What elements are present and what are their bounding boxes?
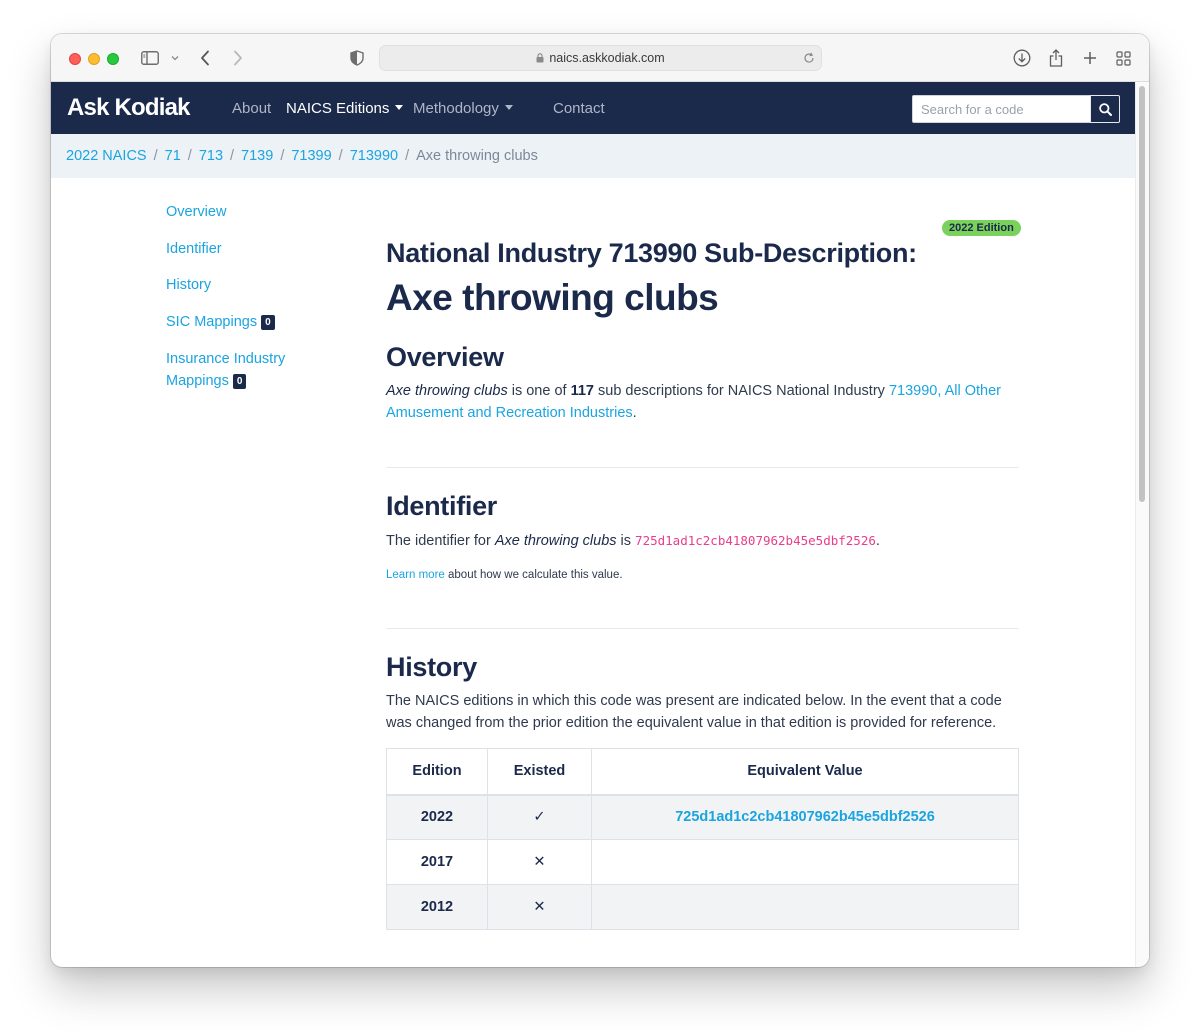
breadcrumb-link-713990[interactable]: 713990 — [350, 148, 398, 164]
breadcrumb-separator: / — [187, 148, 192, 164]
equivalent-value-cell — [591, 884, 1019, 930]
learn-more-link[interactable]: Learn more — [386, 569, 445, 581]
minimize-window-button[interactable] — [88, 53, 100, 65]
page-title: Axe throwing clubs — [386, 277, 719, 318]
overview-heading: Overview — [386, 342, 504, 372]
breadcrumb-separator: / — [338, 148, 343, 164]
browser-window: naics.askkodiak.com Ask Kodiak About NAI… — [51, 34, 1149, 967]
count-badge: 0 — [261, 315, 275, 330]
cross-icon: ✕ — [487, 884, 592, 930]
column-header-equivalent-value: Equivalent Value — [591, 748, 1019, 796]
table-row: 2022 ✓ 725d1ad1c2cb41807962b45e5dbf2526 — [386, 794, 1019, 840]
sub-description-count: 117 — [570, 383, 594, 399]
browser-toolbar: naics.askkodiak.com — [51, 34, 1149, 82]
learn-more-rest: about how we calculate this value. — [444, 569, 623, 581]
identifier-hash: 725d1ad1c2cb41807962b45e5dbf2526 — [635, 533, 876, 548]
nav-methodology-label: Methodology — [413, 100, 499, 117]
nav-contact[interactable]: Contact — [553, 100, 605, 117]
edition-cell: 2022 — [386, 794, 488, 840]
new-tab-icon[interactable] — [1080, 47, 1100, 69]
identifier-text-part: is — [616, 533, 636, 549]
table-header-row: Edition Existed Equivalent Value — [386, 748, 1019, 796]
equivalent-value-cell — [591, 839, 1019, 885]
back-icon[interactable] — [197, 47, 213, 69]
breadcrumb-separator: / — [280, 148, 285, 164]
forward-icon[interactable] — [230, 47, 246, 69]
search-button[interactable] — [1090, 95, 1120, 123]
reload-icon[interactable] — [803, 51, 815, 69]
history-heading: History — [386, 652, 477, 682]
page-subtitle: National Industry 713990 Sub-Description… — [386, 238, 917, 268]
identifier-text-part: The identifier for — [386, 533, 495, 549]
caret-down-icon — [504, 105, 513, 110]
breadcrumb-link-71399[interactable]: 71399 — [291, 148, 331, 164]
sidebar-item-label: Insurance Industry — [166, 351, 286, 367]
equivalent-value-link[interactable]: 725d1ad1c2cb41807962b45e5dbf2526 — [591, 794, 1019, 840]
identifier-text: The identifier for Axe throwing clubs is… — [386, 530, 1026, 552]
overview-text-part: . — [632, 405, 637, 421]
site-logo[interactable]: Ask Kodiak — [67, 94, 191, 122]
overview-term: Axe throwing clubs — [386, 383, 508, 399]
search-input[interactable] — [912, 95, 1091, 123]
address-bar[interactable]: naics.askkodiak.com — [379, 45, 822, 71]
privacy-shield-icon[interactable] — [348, 47, 366, 69]
count-badge: 0 — [232, 374, 247, 389]
nav-naics-editions[interactable]: NAICS Editions — [286, 100, 404, 117]
lock-icon — [536, 52, 544, 66]
breadcrumb-separator: / — [230, 148, 235, 164]
sidebar-item-label: Mappings — [166, 373, 229, 389]
scrollbar-thumb[interactable] — [1139, 86, 1145, 502]
share-icon[interactable] — [1046, 47, 1066, 69]
site-navbar: Ask Kodiak About NAICS Editions Methodol… — [51, 82, 1135, 134]
breadcrumb-link-2022-naics[interactable]: 2022 NAICS — [66, 148, 147, 164]
section-divider — [386, 628, 1019, 629]
nav-methodology[interactable]: Methodology — [413, 100, 513, 117]
sidebar-item-overview[interactable]: Overview — [166, 201, 226, 223]
breadcrumb-link-71[interactable]: 71 — [165, 148, 181, 164]
section-divider — [386, 467, 1019, 468]
overview-text-part: sub descriptions for NAICS National Indu… — [593, 383, 889, 399]
close-window-button[interactable] — [69, 53, 81, 65]
caret-down-icon — [395, 105, 404, 110]
edition-cell: 2017 — [386, 839, 488, 885]
nav-about[interactable]: About — [232, 100, 271, 117]
cross-icon: ✕ — [487, 839, 592, 885]
edition-badge: 2022 Edition — [942, 220, 1021, 236]
breadcrumb-current: Axe throwing clubs — [416, 148, 538, 164]
column-header-existed: Existed — [487, 748, 592, 796]
zoom-window-button[interactable] — [107, 53, 119, 65]
breadcrumb-link-7139[interactable]: 7139 — [241, 148, 273, 164]
search-icon — [1098, 102, 1112, 116]
url-text: naics.askkodiak.com — [549, 51, 665, 65]
overview-text: Axe throwing clubs is one of 117 sub des… — [386, 380, 1016, 424]
table-row: 2012 ✕ — [386, 884, 1019, 930]
history-table: Edition Existed Equivalent Value 2022 ✓ … — [386, 748, 1019, 930]
chevron-down-icon[interactable] — [169, 47, 181, 69]
column-header-edition: Edition — [386, 748, 488, 796]
nav-naics-editions-label: NAICS Editions — [286, 100, 390, 117]
sidebar-item-sic-mappings[interactable]: SIC Mappings 0 — [166, 311, 275, 333]
breadcrumb: 2022 NAICS / 71 / 713 / 7139 / 71399 / 713990 / Axe … — [51, 134, 1135, 178]
sidebar-toggle-icon[interactable] — [140, 47, 160, 69]
sidebar-item-label: SIC Mappings — [166, 314, 258, 330]
tab-overview-icon[interactable] — [1113, 47, 1133, 69]
downloads-icon[interactable] — [1012, 47, 1032, 69]
overview-text-part: is one of — [507, 383, 571, 399]
checkmark-icon: ✓ — [487, 794, 592, 840]
sidebar-item-identifier[interactable]: Identifier — [166, 238, 222, 260]
breadcrumb-separator: / — [405, 148, 410, 164]
identifier-heading: Identifier — [386, 491, 498, 521]
breadcrumb-link-713[interactable]: 713 — [199, 148, 223, 164]
edition-cell: 2012 — [386, 884, 488, 930]
breadcrumb-separator: / — [153, 148, 158, 164]
identifier-text-part: . — [875, 533, 880, 549]
table-row: 2017 ✕ — [386, 839, 1019, 885]
sidebar-item-insurance-mappings[interactable]: Insurance Industry Mappings 0 — [166, 348, 285, 392]
history-description: The NAICS editions in which this code wa… — [386, 693, 1002, 731]
sidebar-item-history[interactable]: History — [166, 274, 211, 296]
learn-more-text: Learn more about how we calculate this v… — [386, 569, 623, 581]
identifier-term: Axe throwing clubs — [494, 533, 617, 549]
